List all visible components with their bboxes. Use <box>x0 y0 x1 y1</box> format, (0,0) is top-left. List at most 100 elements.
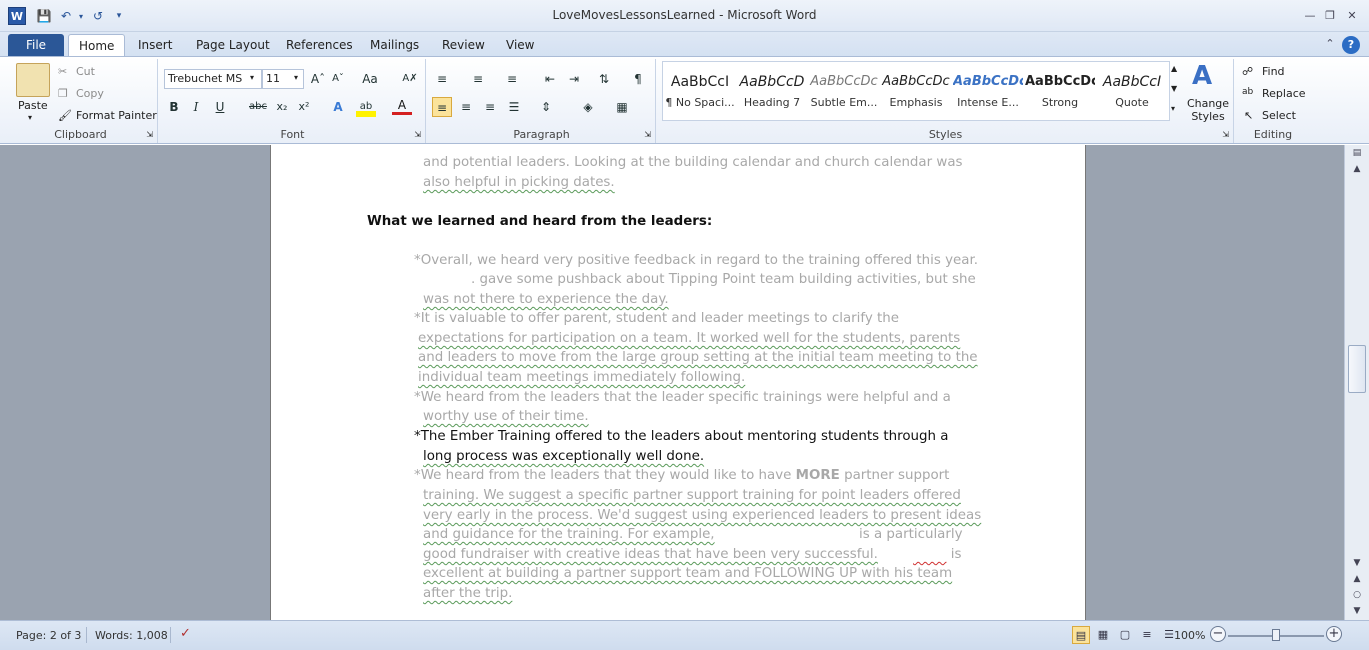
bullets-icon[interactable]: ≡ <box>432 69 452 89</box>
borders-icon[interactable]: ▦ <box>612 97 632 117</box>
tab-mailings[interactable]: Mailings <box>360 34 429 56</box>
restore-icon[interactable]: ❐ <box>1322 9 1338 23</box>
vertical-scrollbar[interactable]: ▤ ▲ ▼ ▲ ○ ▼ <box>1344 145 1369 620</box>
style-name: Quote <box>1115 96 1149 109</box>
styles-scroll-up-icon[interactable]: ▲ <box>1171 64 1177 73</box>
zoom-slider-thumb[interactable] <box>1272 629 1280 641</box>
align-left-icon[interactable]: ≡ <box>432 97 452 117</box>
help-icon[interactable]: ? <box>1342 36 1360 54</box>
align-right-icon[interactable]: ≡ <box>480 97 500 117</box>
decrease-indent-icon[interactable]: ⇤ <box>540 69 560 89</box>
replace-button[interactable]: Replace <box>1262 87 1306 100</box>
style-intense-emphasis[interactable]: AaBbCcDc Intense E... <box>953 64 1023 118</box>
page-count-status[interactable]: Page: 2 of 3 <box>16 629 81 642</box>
cut-button[interactable]: Cut <box>76 65 95 78</box>
subscript-icon[interactable]: x₂ <box>272 97 292 117</box>
next-page-icon[interactable]: ▼ <box>1348 603 1366 619</box>
close-icon[interactable]: ✕ <box>1344 9 1360 23</box>
style-emphasis[interactable]: AaBbCcDc Emphasis <box>881 64 951 118</box>
tab-references[interactable]: References <box>276 34 363 56</box>
font-size-dropdown-icon[interactable]: ▾ <box>294 73 298 82</box>
multilevel-list-icon[interactable]: ≡ <box>502 69 522 89</box>
clipboard-launcher-icon[interactable]: ⇲ <box>146 130 153 139</box>
format-painter-button[interactable]: Format Painter <box>76 109 157 122</box>
numbering-icon[interactable]: ≡ <box>468 69 488 89</box>
paste-button[interactable]: Paste <box>18 99 48 112</box>
highlight-icon[interactable]: ab <box>356 97 376 117</box>
document-line: and guidance for the training. For examp… <box>423 527 715 542</box>
previous-page-icon[interactable]: ▲ <box>1348 571 1366 587</box>
font-launcher-icon[interactable]: ⇲ <box>414 130 421 139</box>
tab-file[interactable]: File <box>8 34 64 56</box>
zoom-out-icon[interactable]: − <box>1210 626 1226 642</box>
font-color-icon[interactable]: A <box>392 97 412 115</box>
find-button[interactable]: Find <box>1262 65 1285 78</box>
select-browse-object-icon[interactable]: ○ <box>1348 587 1366 603</box>
zoom-in-icon[interactable]: + <box>1326 626 1342 642</box>
web-layout-view-icon[interactable]: ▢ <box>1116 626 1134 644</box>
document-line: is a particularly <box>859 527 963 542</box>
print-layout-view-icon[interactable]: ▤ <box>1072 626 1090 644</box>
tab-review[interactable]: Review <box>432 34 495 56</box>
superscript-icon[interactable]: x² <box>294 97 314 117</box>
justify-icon[interactable]: ☰ <box>504 97 524 117</box>
paste-icon[interactable] <box>16 63 50 97</box>
increase-indent-icon[interactable]: ⇥ <box>564 69 584 89</box>
change-styles-button[interactable]: Change Styles <box>1186 97 1230 123</box>
full-screen-reading-view-icon[interactable]: ▦ <box>1094 626 1112 644</box>
styles-scroll-down-icon[interactable]: ▼ <box>1171 84 1177 93</box>
change-styles-icon[interactable]: A <box>1192 61 1212 91</box>
select-button[interactable]: Select <box>1262 109 1296 122</box>
document-line: *We heard from the leaders that they wou… <box>414 468 950 483</box>
tab-page-layout[interactable]: Page Layout <box>186 34 280 56</box>
scroll-down-icon[interactable]: ▼ <box>1348 555 1366 571</box>
align-center-icon[interactable]: ≡ <box>456 97 476 117</box>
word-count-status[interactable]: Words: 1,008 <box>95 629 168 642</box>
document-page[interactable]: and potential leaders. Looking at the bu… <box>270 145 1086 620</box>
italic-icon[interactable]: I <box>186 97 206 117</box>
minimize-ribbon-icon[interactable]: ⌃ <box>1322 37 1338 51</box>
shrink-font-icon[interactable]: Aˇ <box>328 69 348 89</box>
bold-icon[interactable]: B <box>164 97 184 117</box>
zoom-level[interactable]: 100% <box>1174 629 1205 642</box>
text-effects-icon[interactable]: A <box>328 97 348 117</box>
style-strong[interactable]: AaBbCcDc Strong <box>1025 64 1095 118</box>
style-heading-7[interactable]: AaBbCcD Heading 7 <box>737 64 807 118</box>
style-subtle-emphasis[interactable]: AaBbCcDc Subtle Em... <box>809 64 879 118</box>
quick-styles-gallery: AaBbCcI ¶ No Spaci... AaBbCcD Heading 7 … <box>662 61 1177 121</box>
line-spacing-icon[interactable]: ⇕ <box>536 97 556 117</box>
select-icon: ↖ <box>1244 109 1254 122</box>
strikethrough-icon[interactable]: abc <box>248 97 268 117</box>
tab-insert[interactable]: Insert <box>128 34 182 56</box>
status-separator <box>170 627 171 643</box>
paragraph-launcher-icon[interactable]: ⇲ <box>644 130 651 139</box>
styles-more-icon[interactable]: ▾ <box>1171 104 1175 113</box>
scrollbar-thumb[interactable] <box>1348 345 1366 393</box>
paste-dropdown-icon[interactable]: ▾ <box>28 113 32 122</box>
grow-font-icon[interactable]: Aˆ <box>308 69 328 89</box>
outline-view-icon[interactable]: ≡ <box>1138 626 1156 644</box>
styles-launcher-icon[interactable]: ⇲ <box>1222 130 1229 139</box>
style-no-spacing[interactable]: AaBbCcI ¶ No Spaci... <box>665 64 735 118</box>
document-line: *We heard from the leaders that the lead… <box>414 390 951 405</box>
ruler-toggle-icon[interactable]: ▤ <box>1348 145 1366 161</box>
change-case-icon[interactable]: Aa <box>360 69 380 89</box>
find-icon: ☍ <box>1242 65 1254 78</box>
style-name: Heading 7 <box>743 96 801 109</box>
font-name-dropdown-icon[interactable]: ▾ <box>250 73 254 82</box>
clear-formatting-icon[interactable]: A✗ <box>400 69 420 89</box>
sort-icon[interactable]: ⇅ <box>594 69 614 89</box>
minimize-icon[interactable]: — <box>1302 9 1318 23</box>
style-sample: AaBbCcDc <box>953 74 1023 89</box>
style-quote[interactable]: AaBbCcI Quote <box>1097 64 1167 118</box>
status-separator <box>86 627 87 643</box>
tab-home[interactable]: Home <box>68 34 126 56</box>
scroll-up-icon[interactable]: ▲ <box>1348 161 1366 177</box>
underline-icon[interactable]: U <box>210 97 230 117</box>
show-formatting-icon[interactable]: ¶ <box>628 69 648 89</box>
tab-view[interactable]: View <box>496 34 544 56</box>
font-name-box[interactable]: Trebuchet MS <box>164 69 262 89</box>
proofing-errors-icon[interactable]: ✓ <box>180 626 191 641</box>
copy-button[interactable]: Copy <box>76 87 104 100</box>
shading-icon[interactable]: ◈ <box>578 97 598 117</box>
